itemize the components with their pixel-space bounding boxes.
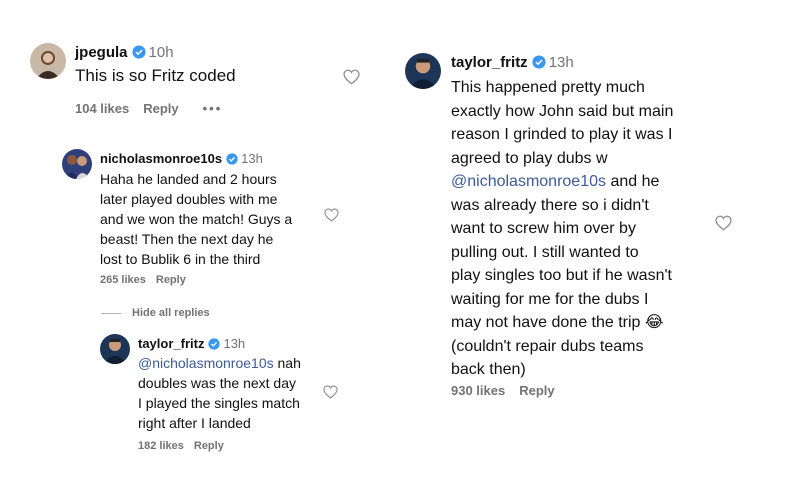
avatar-taylor-fritz[interactable] xyxy=(100,334,130,364)
text-line: right after I landed xyxy=(138,415,251,431)
text-line: doubles was the next day xyxy=(138,375,296,391)
text-line: agreed to play dubs w xyxy=(451,149,608,167)
text-line: later played doubles with me xyxy=(100,191,278,207)
reply-button[interactable]: Reply xyxy=(156,274,186,286)
hide-replies-button[interactable]: Hide all replies xyxy=(132,307,210,319)
text-line: I played the singles match xyxy=(138,395,300,411)
text-line: Haha he landed and 2 hours xyxy=(100,171,277,187)
text-line: @nicholasmonroe10s and he xyxy=(451,170,673,194)
text-line: (couldn't repair dubs teams xyxy=(451,337,644,355)
username[interactable]: taylor_fritz xyxy=(451,54,528,71)
reply-text: @nicholasmonroe10s nah doubles was the n… xyxy=(138,353,301,433)
username[interactable]: jpegula xyxy=(75,44,128,61)
text-line: back then) xyxy=(451,361,526,378)
avatar-jpegula[interactable] xyxy=(30,43,66,79)
like-heart-icon[interactable] xyxy=(715,215,732,231)
likes-count[interactable]: 265 likes xyxy=(100,274,146,286)
comment-text: This happened pretty much exactly how Jo… xyxy=(451,76,673,382)
likes-count[interactable]: 104 likes xyxy=(75,101,129,116)
verified-badge-icon xyxy=(226,153,238,165)
text-line: may not have done the trip 😂 xyxy=(451,314,664,331)
reply-actions: 182 likes Reply xyxy=(138,440,238,452)
likes-count[interactable]: 930 likes xyxy=(451,383,505,398)
text-line: pulling out. I still wanted to xyxy=(451,243,639,261)
username[interactable]: taylor_fritz xyxy=(138,336,204,351)
replies-divider xyxy=(101,313,121,314)
likes-count[interactable]: 182 likes xyxy=(138,440,184,452)
timestamp: 13h xyxy=(548,54,574,71)
like-heart-icon[interactable] xyxy=(323,385,338,399)
mention-link[interactable]: @nicholasmonroe10s xyxy=(138,355,274,371)
verified-badge-icon xyxy=(532,55,546,69)
text-line: reason I grinded to play it was I xyxy=(451,126,673,143)
like-heart-icon[interactable] xyxy=(343,69,360,85)
timestamp: 10h xyxy=(148,44,174,61)
avatar-nicholasmonroe10s[interactable] xyxy=(62,149,92,179)
text-fragment: nah xyxy=(273,355,301,371)
text-line: and we won the match! Guys a xyxy=(100,211,293,227)
verified-badge-icon xyxy=(131,45,146,59)
text-line: waiting for me for the dubs I xyxy=(451,290,649,308)
reply-button[interactable]: Reply xyxy=(519,383,554,398)
reply-text: Haha he landed and 2 hours later played … xyxy=(100,169,292,269)
reply-button[interactable]: Reply xyxy=(143,101,178,116)
reply-actions: 265 likes Reply xyxy=(100,274,200,286)
text-line: lost to Bublik 6 in the third xyxy=(100,251,261,267)
reply-button[interactable]: Reply xyxy=(194,440,224,452)
more-options-icon[interactable]: ••• xyxy=(203,101,223,116)
like-heart-icon[interactable] xyxy=(324,208,339,222)
reply-header: nicholasmonroe10s 13h xyxy=(100,151,263,166)
comment-actions: 930 likes Reply xyxy=(451,383,569,398)
comment-header: taylor_fritz 13h xyxy=(451,54,574,71)
reply-header: taylor_fritz 13h xyxy=(138,336,245,351)
text-line: exactly how John said but main xyxy=(451,102,674,120)
text-line: want to screw him over by xyxy=(451,220,636,237)
text-line: beast! Then the next day he xyxy=(100,231,274,247)
text-line: This happened pretty much xyxy=(451,79,645,96)
text-line: was already there so i didn't xyxy=(451,196,649,214)
text-fragment: and he xyxy=(606,173,660,190)
text-line: @nicholasmonroe10s nah xyxy=(138,353,301,373)
text-line: play singles too but if he wasn't xyxy=(451,267,672,284)
mention-link[interactable]: @nicholasmonroe10s xyxy=(451,173,606,190)
comment-header: jpegula 10h xyxy=(75,44,174,61)
avatar-taylor-fritz[interactable] xyxy=(405,53,441,89)
comment-actions: 104 likes Reply ••• xyxy=(75,101,236,116)
comment-text: This is so Fritz coded xyxy=(75,66,236,85)
timestamp: 13h xyxy=(223,336,246,351)
timestamp: 13h xyxy=(241,151,263,166)
username[interactable]: nicholasmonroe10s xyxy=(100,151,222,166)
verified-badge-icon xyxy=(208,338,221,350)
